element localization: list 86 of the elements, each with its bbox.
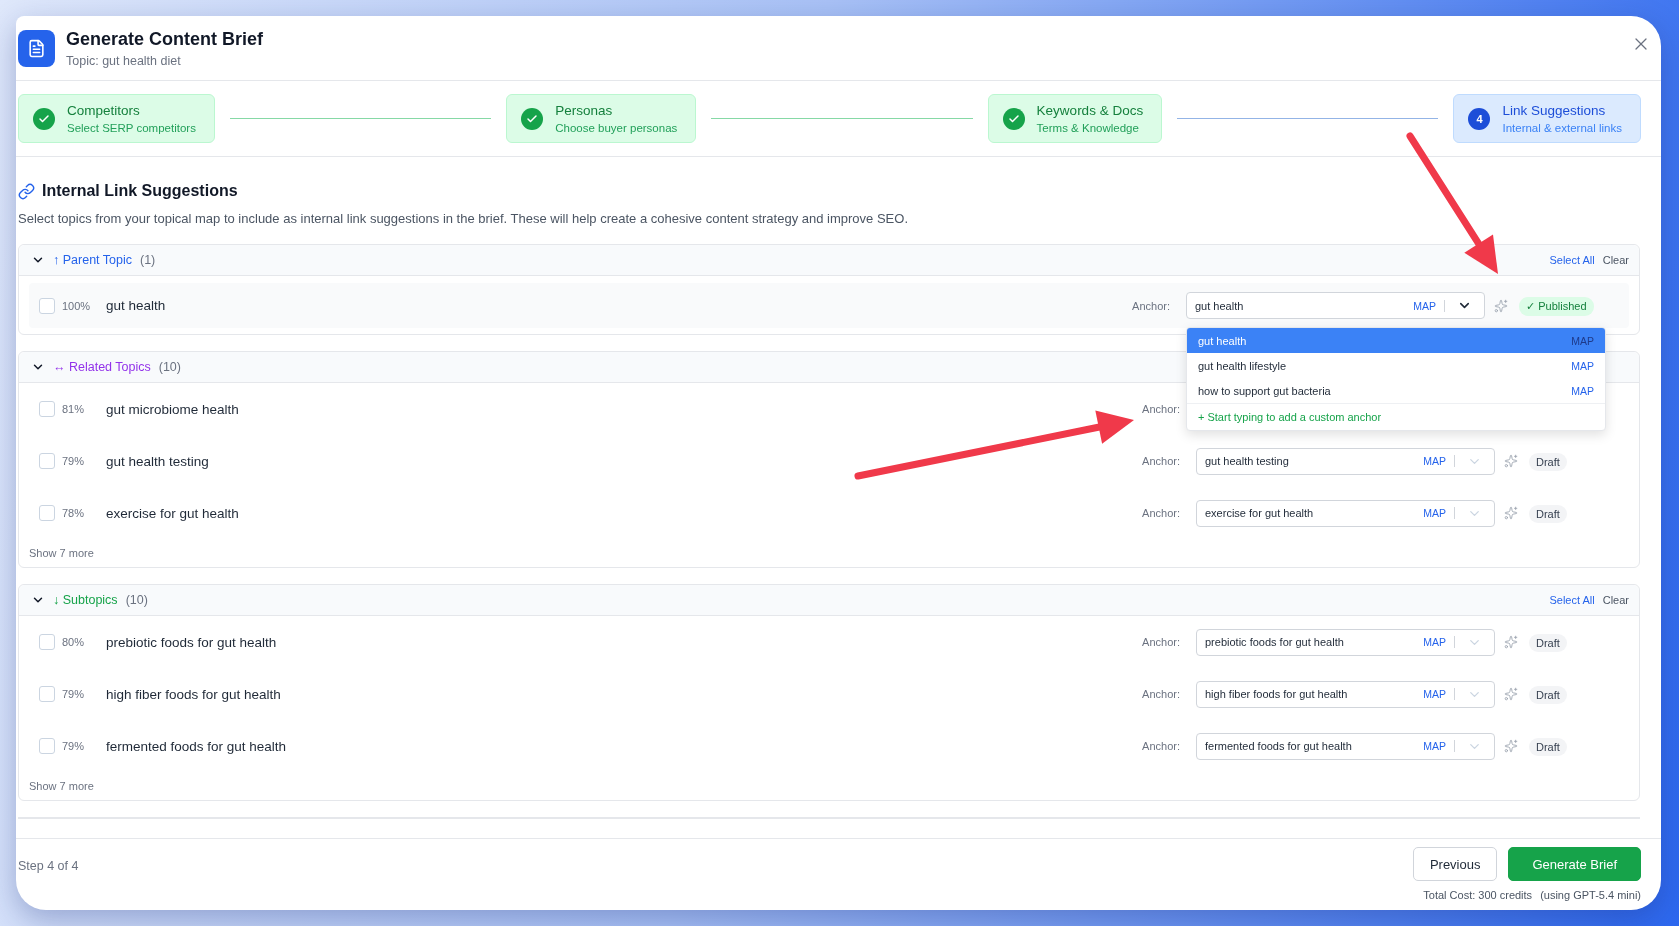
match-score: 78%: [62, 507, 86, 519]
check-icon: [521, 107, 544, 130]
section-title: Internal Link Suggestions: [42, 182, 238, 200]
group-action-link[interactable]: Clear: [1602, 594, 1629, 606]
dialog-title: Generate Content Brief: [66, 28, 265, 50]
topic-name: high fiber foods for gut health: [106, 686, 282, 702]
sparkles-icon[interactable]: [1504, 454, 1518, 468]
anchor-label: Anchor:: [1132, 299, 1170, 312]
group-action-link[interactable]: Select All: [1549, 254, 1595, 266]
group-action-link[interactable]: Select All: [1549, 594, 1595, 606]
topic-name: gut health testing: [106, 453, 210, 469]
step-title: Competitors: [67, 103, 141, 118]
step-title: Personas: [555, 103, 614, 118]
group-action-link[interactable]: Clear: [1602, 254, 1629, 266]
anchor-select[interactable]: gut health testing MAP: [1196, 447, 1495, 475]
anchor-select[interactable]: high fiber foods for gut health MAP: [1196, 680, 1495, 708]
group-count: (10): [125, 593, 148, 607]
step[interactable]: Competitors Select SERP competitors: [18, 94, 215, 143]
sparkles-icon[interactable]: [1504, 506, 1518, 520]
match-score: 80%: [62, 636, 86, 648]
status-badge: Draft: [1529, 504, 1567, 523]
step-title: Link Suggestions: [1502, 103, 1607, 118]
anchor-label: Anchor:: [1142, 688, 1180, 700]
sparkles-icon[interactable]: [1504, 687, 1518, 701]
group-title: ↓ Subtopics: [53, 593, 118, 607]
status-badge: Draft: [1529, 685, 1567, 704]
group-title: ↑ Parent Topic: [53, 253, 132, 267]
match-score: 79%: [62, 740, 86, 752]
match-score: 79%: [62, 455, 86, 467]
status-badge: ✓ Published: [1519, 296, 1594, 316]
anchor-label: Anchor:: [1142, 403, 1180, 415]
step-subtitle: Internal & external links: [1502, 122, 1622, 134]
sparkles-icon[interactable]: [1504, 739, 1518, 753]
match-score: 81%: [62, 403, 86, 415]
topic-name: prebiotic foods for gut health: [106, 634, 278, 650]
dropdown-option[interactable]: gut health MAP: [1187, 328, 1605, 353]
anchor-select[interactable]: fermented foods for gut health MAP: [1196, 732, 1495, 760]
status-badge: Draft: [1529, 452, 1567, 471]
total-cost: Total Cost: 300 credits: [1423, 889, 1533, 901]
check-icon: [33, 107, 55, 130]
match-score: 79%: [62, 688, 86, 700]
step[interactable]: Personas Choose buyer personas: [506, 94, 697, 143]
topic-name: gut microbiome health: [106, 401, 240, 417]
anchor-label: Anchor:: [1142, 636, 1180, 648]
section-description: Select topics from your topical map to include as internal link suggestions in the brief. These will help create a cohesive content strategy and improve SEO.: [18, 211, 909, 226]
match-score: 100%: [62, 299, 92, 312]
checkbox[interactable]: [39, 634, 55, 650]
anchor-label: Anchor:: [1142, 507, 1180, 519]
show-more-link[interactable]: Show 7 more: [29, 780, 94, 792]
dropdown-option[interactable]: how to support gut bacteria MAP: [1187, 378, 1605, 403]
step-subtitle: Select SERP competitors: [67, 122, 196, 134]
checkbox[interactable]: [39, 505, 55, 521]
step[interactable]: Keywords & Docs Terms & Knowledge: [987, 94, 1163, 143]
anchor-select[interactable]: gut health MAP: [1186, 292, 1485, 319]
sparkles-icon[interactable]: [1494, 298, 1508, 313]
checkbox[interactable]: [39, 453, 55, 469]
step-title: Keywords & Docs: [1036, 103, 1144, 118]
anchor-label: Anchor:: [1142, 740, 1180, 752]
checkbox[interactable]: [39, 401, 55, 417]
step-indicator: Step 4 of 4: [18, 859, 80, 875]
step-number: 4: [1468, 107, 1491, 130]
show-more-link[interactable]: Show 7 more: [29, 547, 94, 559]
step[interactable]: 4 Link Suggestions Internal & external links: [1453, 94, 1641, 143]
sparkles-icon[interactable]: [1504, 635, 1518, 649]
topic-name: exercise for gut health: [106, 505, 240, 521]
step-subtitle: Terms & Knowledge: [1036, 122, 1140, 134]
anchor-label: Anchor:: [1142, 455, 1180, 467]
group-title: ↔ Related Topics: [53, 360, 151, 374]
checkbox[interactable]: [39, 297, 55, 314]
previous-button[interactable]: Previous: [1412, 847, 1498, 881]
link-icon: [18, 182, 35, 200]
checkbox[interactable]: [39, 738, 55, 754]
step-subtitle: Choose buyer personas: [555, 122, 678, 134]
model-note: (using GPT-5.4 mini): [1540, 889, 1641, 901]
dropdown-option[interactable]: gut health lifestyle MAP: [1187, 353, 1605, 378]
dialog-subtitle: Topic: gut health diet: [66, 53, 182, 68]
anchor-select[interactable]: prebiotic foods for gut health MAP: [1196, 628, 1495, 656]
group-count: (1): [140, 253, 156, 267]
status-badge: Draft: [1529, 737, 1567, 756]
checkbox[interactable]: [39, 686, 55, 702]
anchor-select[interactable]: exercise for gut health MAP: [1196, 499, 1495, 527]
topic-name: gut health: [106, 298, 167, 313]
topic-name: fermented foods for gut health: [106, 738, 288, 754]
group-count: (10): [158, 360, 181, 374]
check-icon: [1002, 107, 1025, 130]
status-badge: Draft: [1529, 633, 1567, 652]
